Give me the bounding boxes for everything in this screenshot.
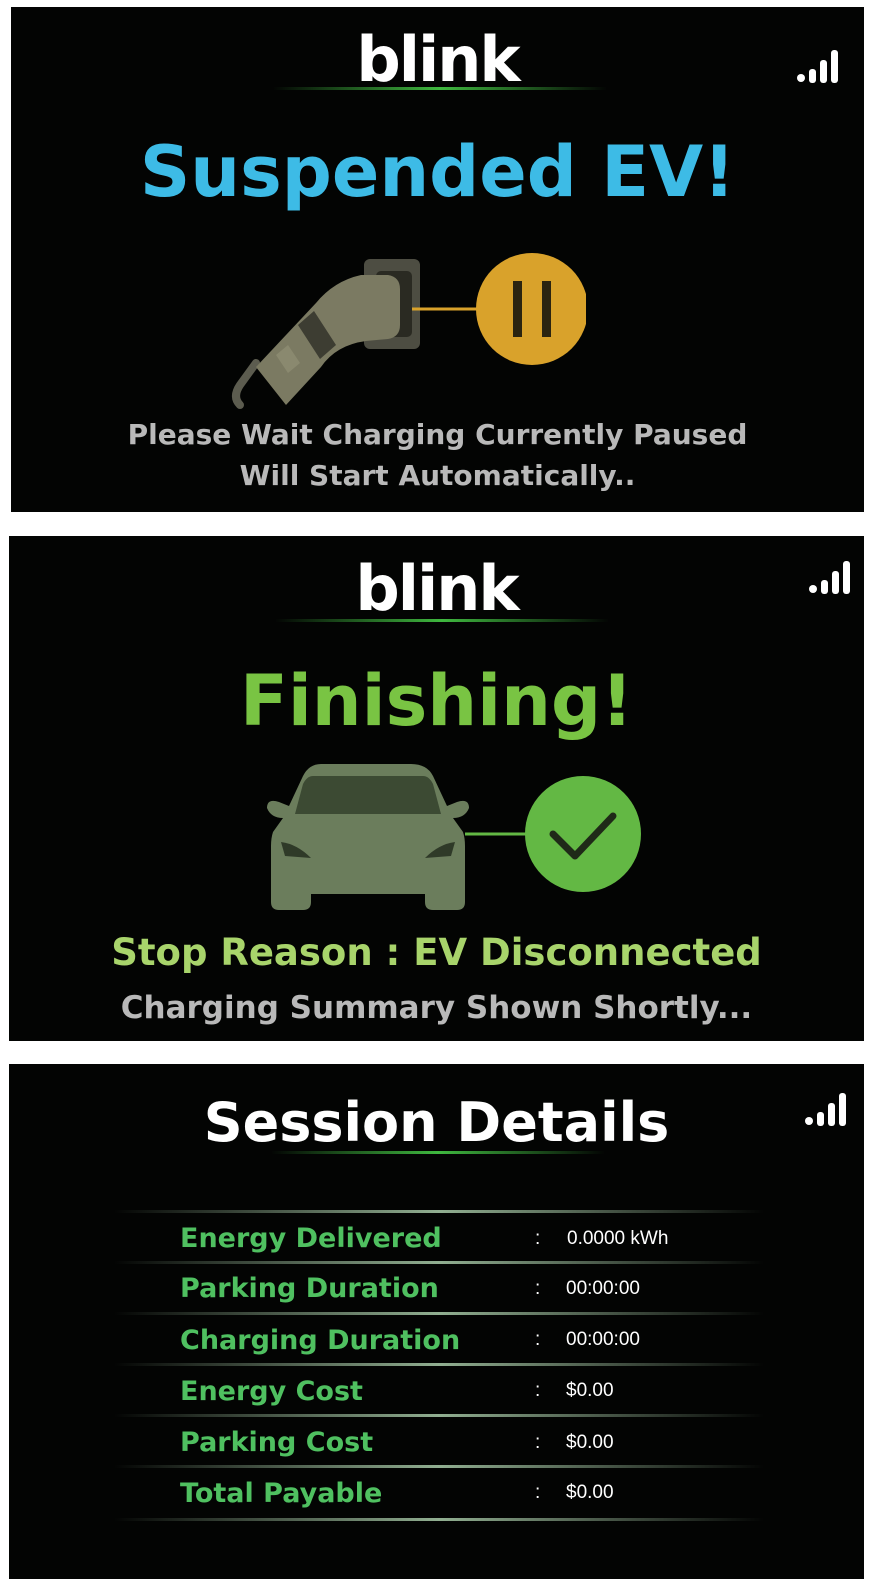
- paused-message: Please Wait Charging Currently Paused Wi…: [11, 415, 864, 496]
- status-title: Suspended EV!: [139, 131, 736, 213]
- row-label: Total Payable: [180, 1478, 383, 1509]
- logo-underline: [273, 87, 607, 90]
- row-label: Parking Duration: [180, 1273, 439, 1304]
- status-title: Finishing!: [240, 660, 633, 742]
- signal-strength-icon: [809, 561, 850, 594]
- row-colon: :: [535, 1380, 541, 1401]
- row-separator: [114, 1414, 764, 1417]
- page-title: Session Details: [203, 1091, 670, 1154]
- row-separator: [114, 1210, 764, 1213]
- row-separator: [114, 1261, 764, 1264]
- row-colon: :: [535, 1432, 541, 1453]
- title-underline: [271, 1151, 605, 1154]
- car-icon: [267, 764, 641, 910]
- row-separator: [114, 1363, 764, 1366]
- blink-logo: blink: [356, 23, 520, 96]
- signal-strength-icon: [797, 50, 838, 83]
- row-label: Charging Duration: [180, 1325, 461, 1356]
- blink-logo: blink: [355, 552, 519, 625]
- signal-strength-icon: [805, 1093, 846, 1126]
- row-value: $0.00: [566, 1380, 614, 1401]
- row-value: $0.00: [566, 1482, 614, 1503]
- logo-underline: [275, 619, 609, 622]
- row-colon: :: [535, 1228, 541, 1249]
- row-label: Parking Cost: [180, 1427, 374, 1458]
- row-separator: [114, 1518, 764, 1521]
- row-separator: [114, 1312, 764, 1315]
- row-value: 00:00:00: [566, 1278, 640, 1299]
- finishing-screen: blink Finishing! Stop Reason : EV Discon…: [9, 536, 864, 1041]
- row-value: 00:00:00: [566, 1329, 640, 1350]
- session-details-screen: Session Details Energy Delivered : 0.000…: [9, 1064, 864, 1579]
- stop-reason: Stop Reason : EV Disconnected: [111, 931, 762, 974]
- summary-message: Charging Summary Shown Shortly...: [120, 990, 753, 1026]
- row-value: 0.0000 kWh: [567, 1228, 669, 1249]
- row-separator: [114, 1465, 764, 1468]
- paused-message-line1: Please Wait Charging Currently Paused: [127, 418, 748, 451]
- paused-message-line2: Will Start Automatically..: [239, 458, 636, 492]
- row-label: Energy Delivered: [180, 1223, 442, 1254]
- row-label: Energy Cost: [180, 1376, 363, 1407]
- suspended-screen: blink Suspended EV! Please Wait Charging…: [11, 7, 864, 512]
- row-colon: :: [535, 1482, 541, 1503]
- row-colon: :: [535, 1278, 541, 1299]
- row-colon: :: [535, 1329, 541, 1350]
- ev-connector-icon: [232, 253, 586, 409]
- row-value: $0.00: [566, 1432, 614, 1453]
